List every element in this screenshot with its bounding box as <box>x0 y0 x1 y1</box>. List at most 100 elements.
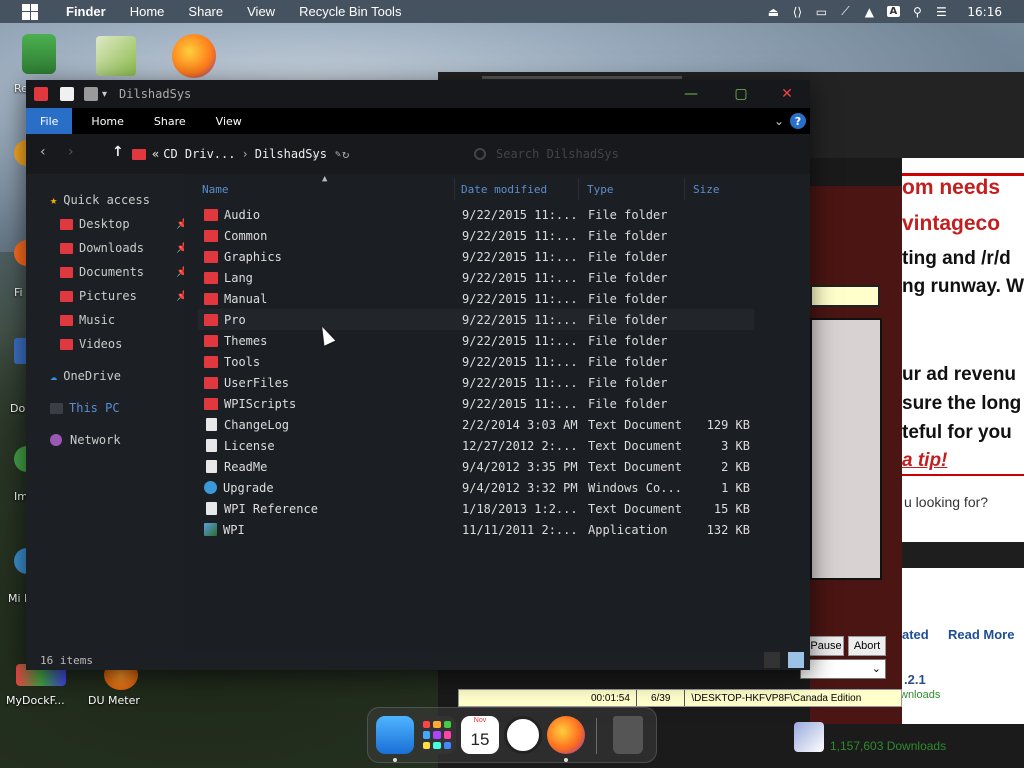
up-icon[interactable]: ↑ <box>112 144 124 160</box>
menu-recycle-bin-tools[interactable]: Recycle Bin Tools <box>299 4 401 19</box>
minimize-icon[interactable]: — <box>668 80 714 108</box>
menu-view[interactable]: View <box>247 4 275 19</box>
file-date: 9/22/2015 11:... <box>462 375 578 390</box>
search-box[interactable]: Search DilshadSys <box>466 142 806 166</box>
folder-icon <box>60 290 73 302</box>
firefox-icon[interactable] <box>547 716 585 754</box>
column-separator[interactable] <box>454 178 455 200</box>
address-bar[interactable]: « CD Driv... › DilshadSys ✎ ⌄ ↻ <box>132 142 412 166</box>
tab-share[interactable]: Share <box>141 108 199 134</box>
finder-icon[interactable] <box>376 716 414 754</box>
red-divider-2 <box>902 474 1024 476</box>
column-header-date[interactable]: Date modified <box>461 178 577 200</box>
file-size: 3 KB <box>721 438 750 453</box>
abort-button[interactable]: Abort <box>848 636 886 656</box>
file-name: Upgrade <box>223 480 274 495</box>
page-text-2: ng runway. W <box>902 276 1024 297</box>
keyboard-icon[interactable]: A <box>881 0 905 23</box>
search-icon[interactable]: ⚲ <box>905 0 929 23</box>
launchpad-icon[interactable] <box>418 716 456 754</box>
table-row[interactable]: Tools 9/22/2015 11:... File folder <box>198 351 754 372</box>
menu-home[interactable]: Home <box>130 4 165 19</box>
install-select[interactable]: ⌄ <box>800 659 886 679</box>
column-separator[interactable] <box>578 178 579 200</box>
table-row[interactable]: Common 9/22/2015 11:... File folder <box>198 225 754 246</box>
table-row[interactable]: WPIScripts 9/22/2015 11:... File folder <box>198 393 754 414</box>
table-row[interactable]: Themes 9/22/2015 11:... File folder <box>198 330 754 351</box>
file-type: Application <box>588 522 668 537</box>
pause-button[interactable]: Pause <box>808 636 844 656</box>
star-icon: ★ <box>50 193 58 207</box>
sidebar-item-pictures[interactable]: Pictures 📌 <box>60 286 188 306</box>
column-header-type[interactable]: Type <box>587 178 687 200</box>
file-name: WPI Reference <box>224 501 318 516</box>
clock[interactable]: 16:16 <box>967 5 1002 19</box>
tip-link[interactable]: a tip! <box>902 450 1024 472</box>
calendar-icon[interactable]: Nov 15 <box>461 716 499 754</box>
expand-ribbon-icon[interactable]: ⌄ <box>774 114 784 128</box>
network-off-icon[interactable]: ⟋ <box>833 0 857 23</box>
details-view-icon[interactable] <box>764 652 780 668</box>
large-icons-view-icon[interactable] <box>788 652 804 668</box>
table-row[interactable]: WPI Reference 1/18/2013 1:2... Text Docume… <box>198 498 754 519</box>
table-row[interactable]: License 12/27/2012 2:... Text Document 3 KB <box>198 435 754 456</box>
new-folder-icon[interactable] <box>84 87 98 101</box>
column-separator[interactable] <box>684 178 685 200</box>
table-row[interactable]: Audio 9/22/2015 11:... File folder <box>198 204 754 225</box>
clock-icon[interactable] <box>504 716 542 754</box>
table-row[interactable]: Upgrade 9/4/2012 3:32 PM Windows Co... 1 KB <box>198 477 754 498</box>
table-row[interactable]: Lang 9/22/2015 11:... File folder <box>198 267 754 288</box>
menu-share[interactable]: Share <box>188 4 223 19</box>
tab-view[interactable]: View <box>203 108 255 134</box>
column-header-size[interactable]: Size <box>693 178 753 200</box>
file-explorer-window[interactable]: ▾ DilshadSys — ▢ ✕ File Home Share View … <box>26 80 810 670</box>
properties-icon[interactable] <box>60 87 74 101</box>
display-icon[interactable]: ▭ <box>809 0 833 23</box>
file-date: 1/18/2013 1:2... <box>462 501 578 516</box>
column-header-name[interactable]: Name <box>202 178 452 200</box>
table-row[interactable]: Pro 9/22/2015 11:... File folder <box>198 309 754 330</box>
read-more-link[interactable]: Read More <box>948 627 1014 642</box>
table-row[interactable]: Manual 9/22/2015 11:... File folder <box>198 288 754 309</box>
menu-app-name[interactable]: Finder <box>66 4 106 19</box>
address-prefix: « <box>152 147 160 161</box>
sidebar-network[interactable]: Network <box>50 430 121 450</box>
firefox-icon[interactable] <box>172 34 216 78</box>
close-icon[interactable]: ✕ <box>764 80 810 108</box>
eject-icon[interactable]: ⏏ <box>761 0 785 23</box>
windows-logo-icon[interactable] <box>22 3 38 20</box>
tab-home[interactable]: Home <box>78 108 136 134</box>
forward-icon[interactable]: › <box>68 144 74 160</box>
tab-file[interactable]: File <box>26 108 73 134</box>
sidebar-item-downloads[interactable]: Downloads 📌 <box>60 238 188 258</box>
help-icon[interactable]: ? <box>790 113 806 129</box>
maximize-icon[interactable]: ▢ <box>718 80 764 108</box>
edit-path-icon[interactable]: ✎ <box>335 149 341 160</box>
table-row[interactable]: UserFiles 9/22/2015 11:... File folder <box>198 372 754 393</box>
customize-toolbar-icon[interactable]: ▾ <box>102 89 107 100</box>
sidebar-item-music[interactable]: Music <box>60 310 115 330</box>
notepad-icon[interactable] <box>96 36 136 76</box>
sidebar-onedrive[interactable]: ☁ OneDrive <box>50 366 121 386</box>
related-link[interactable]: ated <box>902 627 929 642</box>
sidebar-this-pc[interactable]: This PC <box>50 398 120 418</box>
table-row[interactable]: ReadMe 9/4/2012 3:35 PM Text Document 2 KB <box>198 456 754 477</box>
desktop-icon-label: DU Meter <box>88 694 140 707</box>
breadcrumb-cd-drive[interactable]: CD Driv... <box>163 147 235 161</box>
sidebar-item-videos[interactable]: Videos <box>60 334 122 354</box>
trash-icon[interactable] <box>613 716 643 754</box>
explorer-titlebar[interactable]: ▾ DilshadSys — ▢ ✕ <box>26 80 810 108</box>
refresh-icon[interactable]: ↻ <box>342 147 349 161</box>
sidebar-item-documents[interactable]: Documents 📌 <box>60 262 188 282</box>
table-row[interactable]: WPI 11/11/2011 2:... Application 132 KB <box>198 519 754 540</box>
address-dropdown-icon[interactable]: ⌄ <box>312 147 319 161</box>
desktop-icon-recycle-bin[interactable]: Re <box>0 34 80 95</box>
table-row[interactable]: ChangeLog 2/2/2014 3:03 AM Text Document 12… <box>198 414 754 435</box>
sidebar-item-desktop[interactable]: Desktop 📌 <box>60 214 188 234</box>
table-row[interactable]: Graphics 9/22/2015 11:... File folder <box>198 246 754 267</box>
sidebar-quick-access[interactable]: ★ Quick access <box>50 190 150 210</box>
back-icon[interactable]: ‹ <box>40 144 46 160</box>
code-icon[interactable]: ⟨⟩ <box>785 0 809 23</box>
toggle-icon[interactable]: ☰ <box>929 0 953 23</box>
up-arrow-icon[interactable]: ▲ <box>857 0 881 23</box>
